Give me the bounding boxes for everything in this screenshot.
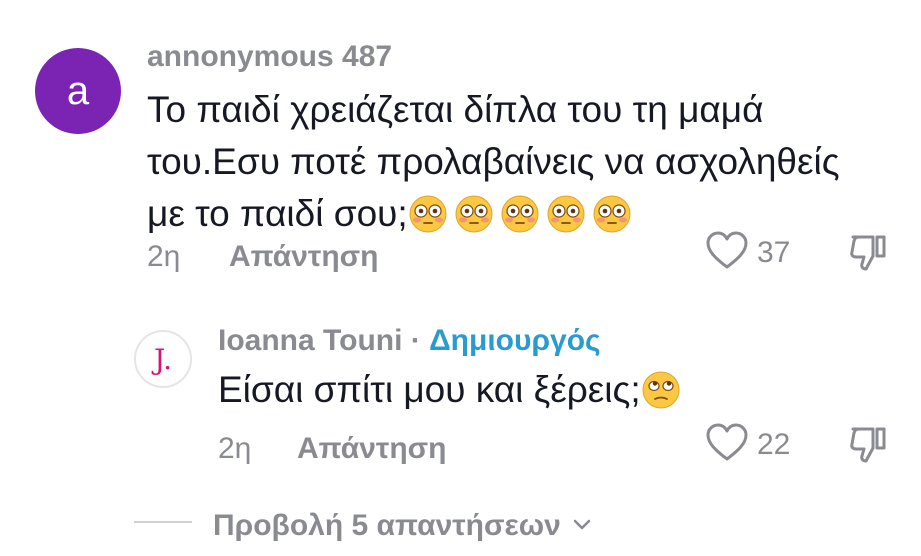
creator-avatar-logo: J. [154, 342, 172, 376]
reply-button[interactable]: Απάντηση [229, 240, 379, 274]
creator-avatar[interactable]: J. [134, 330, 192, 388]
flushed-face-emoji [409, 195, 447, 233]
avatar[interactable]: a [35, 48, 121, 134]
rolling-eyes-face-emoji [642, 371, 680, 409]
comment-username[interactable]: annonymous 487 [147, 40, 392, 74]
dislike-icon[interactable] [847, 424, 889, 471]
reply-username[interactable]: Ioanna Touni [218, 324, 402, 357]
reply-timestamp: 2η [218, 432, 252, 465]
flushed-face-emoji [547, 195, 585, 233]
reply-author: Ioanna Touni · Δημιουργός [218, 324, 601, 358]
flushed-face-emoji [455, 195, 493, 233]
reply-emojis [641, 369, 687, 410]
separator: · [402, 324, 430, 357]
dislike-icon[interactable] [847, 232, 889, 279]
chevron-down-icon [573, 505, 591, 539]
flushed-face-emoji [593, 195, 631, 233]
heart-icon[interactable] [705, 230, 749, 275]
avatar-letter: a [66, 68, 90, 113]
like-count: 37 [757, 236, 791, 269]
view-replies-button[interactable]: Προβολή 5 απαντήσεων [213, 505, 591, 543]
divider-line [134, 521, 192, 523]
flushed-face-emoji [501, 195, 539, 233]
view-replies-label: Προβολή 5 απαντήσεων [213, 509, 561, 542]
like-count: 22 [757, 428, 791, 461]
comment-text: Το παιδί χρειάζεται δίπλα του τη μαμά το… [147, 84, 887, 240]
reply-to-reply-button[interactable]: Απάντηση [297, 432, 447, 466]
comment-emojis [408, 193, 638, 234]
reply-text: Είσαι σπίτι μου και ξέρεις; [218, 364, 687, 416]
heart-icon[interactable] [705, 422, 749, 467]
reply-body: Είσαι σπίτι μου και ξέρεις; [218, 369, 641, 410]
comment-timestamp: 2η [147, 240, 181, 273]
creator-badge: Δημιουργός [429, 324, 601, 357]
